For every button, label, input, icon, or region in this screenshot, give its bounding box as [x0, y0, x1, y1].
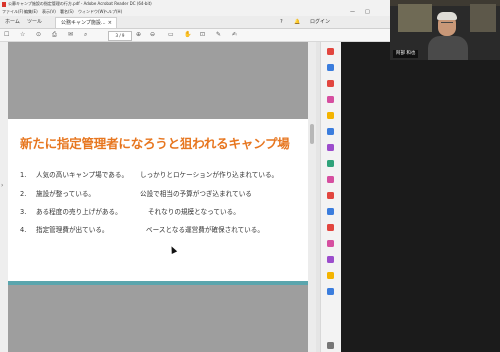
comment-icon[interactable]: ✎	[216, 29, 221, 41]
protect-icon[interactable]	[327, 176, 334, 183]
bookmark-icon[interactable]: ☆	[20, 29, 25, 41]
participant-body	[428, 36, 468, 60]
create-pdf-icon[interactable]	[327, 80, 334, 87]
menu-view[interactable]: 表示(V)	[42, 8, 56, 16]
fit-page-icon[interactable]: ⊡	[200, 29, 205, 41]
window-background	[470, 4, 496, 32]
right-tools-panel	[320, 42, 341, 352]
menu-bar: ファイル(F) 編集(E) 表示(V) 署名(S) ウィンドウ(W) ヘルプ(H…	[0, 8, 390, 16]
list-item: 3. ある程度の売り上げがある。 それなりの規模となっている。	[20, 208, 240, 216]
sign-icon[interactable]: ✍	[232, 29, 237, 41]
zoom-in-icon[interactable]: ⊕	[136, 29, 141, 41]
organize-pages-icon[interactable]	[327, 96, 334, 103]
bell-icon[interactable]: 🔔	[294, 16, 300, 28]
print-icon[interactable]: ⎙	[52, 29, 57, 41]
upload-icon[interactable]: ⊙	[36, 29, 41, 41]
slide-title: 新たに指定管理者になろうと狙われるキャンプ場	[20, 136, 290, 151]
comment-tool-icon[interactable]	[327, 112, 334, 119]
tab-tools[interactable]: ツール	[27, 16, 42, 28]
redact-icon[interactable]	[327, 192, 334, 199]
select-tool-icon[interactable]: ▭	[168, 29, 174, 41]
request-signature-icon[interactable]	[327, 224, 334, 231]
window-titlebar: 公募キャンプ施設の指定管理の行方.pdf - Adobe Acrobat Rea…	[0, 0, 390, 8]
participant-glasses	[441, 22, 453, 26]
menu-edit[interactable]: 編集(E)	[24, 8, 38, 16]
maximize-button[interactable]: □	[365, 8, 370, 16]
combine-files-icon[interactable]	[327, 128, 334, 135]
send-for-comments-icon[interactable]	[327, 240, 334, 247]
scan-ocr-icon[interactable]	[327, 160, 334, 167]
menu-sign[interactable]: 署名(S)	[60, 8, 74, 16]
participant-video: 阿部 和也	[390, 0, 500, 60]
list-item: 2. 施設が整っている。 公設で相当の予算がつぎ込まれている	[20, 190, 252, 198]
pdf-document-icon	[2, 1, 6, 7]
minimize-button[interactable]: —	[350, 8, 355, 16]
page-number-field[interactable]: 3 / 9	[108, 31, 132, 41]
stamp-icon[interactable]	[327, 272, 334, 279]
scrollbar-thumb[interactable]	[310, 124, 314, 144]
zoom-out-icon[interactable]: ⊖	[150, 29, 155, 41]
menu-file[interactable]: ファイル(F)	[2, 8, 23, 16]
login-button[interactable]: ログイン	[310, 16, 330, 28]
participant-hair	[437, 12, 457, 20]
mail-icon[interactable]: ✉	[68, 29, 73, 41]
tab-home[interactable]: ホーム	[5, 16, 20, 28]
current-page-slide: 新たに指定管理者になろうと狙われるキャンプ場 1. 人気の高いキャンプ場である。 …	[8, 119, 316, 281]
tab-bar: ホーム ツール 公務キャンプ施設... × ? 🔔 ログイン — □	[0, 9, 390, 29]
compress-icon[interactable]	[327, 208, 334, 215]
hand-tool-icon[interactable]: ✋	[184, 29, 191, 41]
help-icon[interactable]: ?	[280, 16, 283, 28]
chevron-right-icon[interactable]: ›	[1, 182, 3, 189]
window-background	[398, 4, 432, 32]
previous-page	[8, 42, 316, 119]
window-title: 公募キャンプ施設の指定管理の行方.pdf - Adobe Acrobat Rea…	[8, 1, 152, 6]
participant-name-label: 阿部 和也	[393, 50, 419, 58]
vertical-scrollbar[interactable]	[308, 42, 316, 352]
edit-pdf-icon[interactable]	[327, 64, 334, 71]
menu-window[interactable]: ウィンドウ(W)	[78, 8, 105, 16]
tab-document-label: 公務キャンプ施設...	[61, 20, 106, 26]
export-pdf-icon[interactable]	[327, 48, 334, 55]
fill-sign-icon[interactable]	[327, 144, 334, 151]
toolbar: ☐ ☆ ⊙ ⎙ ✉ ⌕ 3 / 9 ⊕ ⊖ ▭ ✋ ⊡ ✎ ✍	[0, 29, 390, 42]
list-item: 1. 人気の高いキャンプ場である。 しっかりとロケーションが作り込まれている。	[20, 171, 279, 179]
more-tools-icon[interactable]	[327, 288, 334, 295]
scroll-down-icon[interactable]	[327, 342, 334, 349]
menu-help[interactable]: ヘルプ(H)	[104, 8, 122, 16]
tab-document[interactable]: 公務キャンプ施設... ×	[55, 17, 117, 28]
create-icon[interactable]: ☐	[4, 29, 9, 41]
measure-icon[interactable]	[327, 256, 334, 263]
list-item: 4. 指定管理費が出ている。 ベースとなる運営費が確保されている。	[20, 226, 264, 234]
close-tab-icon[interactable]: ×	[108, 18, 112, 29]
search-icon[interactable]: ⌕	[84, 29, 87, 41]
next-page	[8, 281, 316, 352]
